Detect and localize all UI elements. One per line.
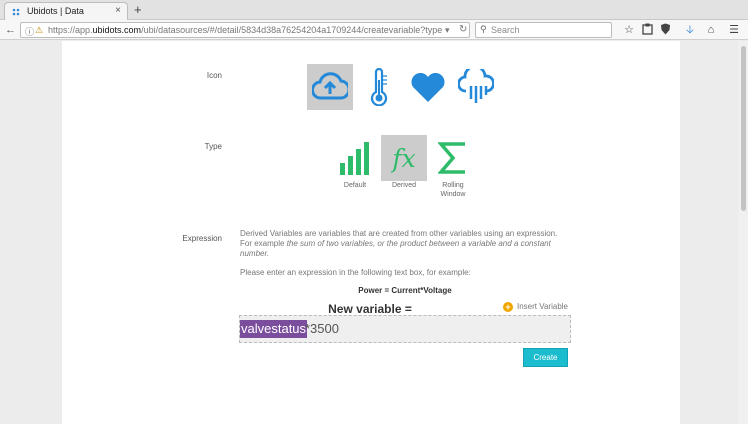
home-icon[interactable]: ⌂: [704, 23, 718, 37]
navigation-bar: ← ⓘ ⚠ https://app.ubidots.com/ubi/dataso…: [0, 20, 748, 40]
shield-icon[interactable]: [658, 23, 672, 37]
thermometer-icon[interactable]: [356, 64, 402, 110]
back-arrow-icon[interactable]: ←: [5, 22, 16, 38]
browser-tab[interactable]: Ubidots | Data ×: [4, 2, 128, 20]
type-derived-label: Derived: [391, 182, 417, 189]
info-icon[interactable]: ⓘ: [25, 25, 34, 38]
scrollbar-thumb[interactable]: [741, 46, 746, 211]
instruction-text: Please enter an expression in the follow…: [240, 268, 471, 277]
insert-variable-link[interactable]: + Insert Variable: [503, 302, 568, 312]
url-dropdown-icon[interactable]: ▾: [445, 25, 450, 36]
type-rolling-window-label: Rolling Window: [440, 182, 466, 198]
expression-text: *3500: [305, 321, 339, 336]
search-bar[interactable]: ⚲ Search: [475, 22, 612, 38]
cloud-rain-icon[interactable]: [453, 64, 499, 110]
url-bar[interactable]: ⓘ ⚠ https://app.ubidots.com/ubi/datasour…: [20, 22, 470, 38]
example-formula: Power = Current*Voltage: [358, 286, 452, 295]
type-row-label: Type: [204, 142, 222, 151]
clipboard-icon[interactable]: [640, 23, 654, 37]
reload-icon[interactable]: ↻: [459, 24, 467, 35]
create-button[interactable]: Create: [523, 348, 568, 367]
tab-title: Ubidots | Data: [27, 6, 84, 16]
search-icon: ⚲: [480, 24, 487, 34]
plus-circle-icon: +: [503, 302, 513, 312]
new-tab-button[interactable]: +: [134, 2, 142, 18]
star-icon[interactable]: ☆: [622, 23, 636, 37]
url-text: https://app.ubidots.com/ubi/datasources/…: [48, 25, 443, 35]
tab-close-icon[interactable]: ×: [115, 5, 121, 16]
sigma-icon[interactable]: [430, 135, 476, 181]
function-icon[interactable]: fx: [381, 135, 427, 181]
description-text: Derived Variables are variables that are…: [240, 229, 558, 258]
warning-lock-icon[interactable]: ⚠: [35, 25, 43, 36]
expression-input[interactable]: valvestatus *3500: [239, 315, 571, 343]
ubidots-favicon-icon: [12, 8, 20, 16]
expression-row-label: Expression: [182, 234, 222, 243]
search-placeholder: Search: [491, 25, 520, 35]
cloud-upload-icon[interactable]: [307, 64, 353, 110]
new-variable-label: New variable =: [328, 302, 412, 316]
bars-icon[interactable]: [332, 135, 378, 181]
menu-icon[interactable]: ☰: [727, 23, 741, 37]
type-default-label: Default: [343, 182, 367, 189]
variable-chip[interactable]: valvestatus: [240, 320, 308, 338]
tab-bar: Ubidots | Data × +: [0, 0, 748, 20]
heart-icon[interactable]: [405, 64, 451, 110]
icon-row-label: Icon: [206, 71, 222, 80]
download-icon[interactable]: 🡣: [683, 23, 697, 37]
